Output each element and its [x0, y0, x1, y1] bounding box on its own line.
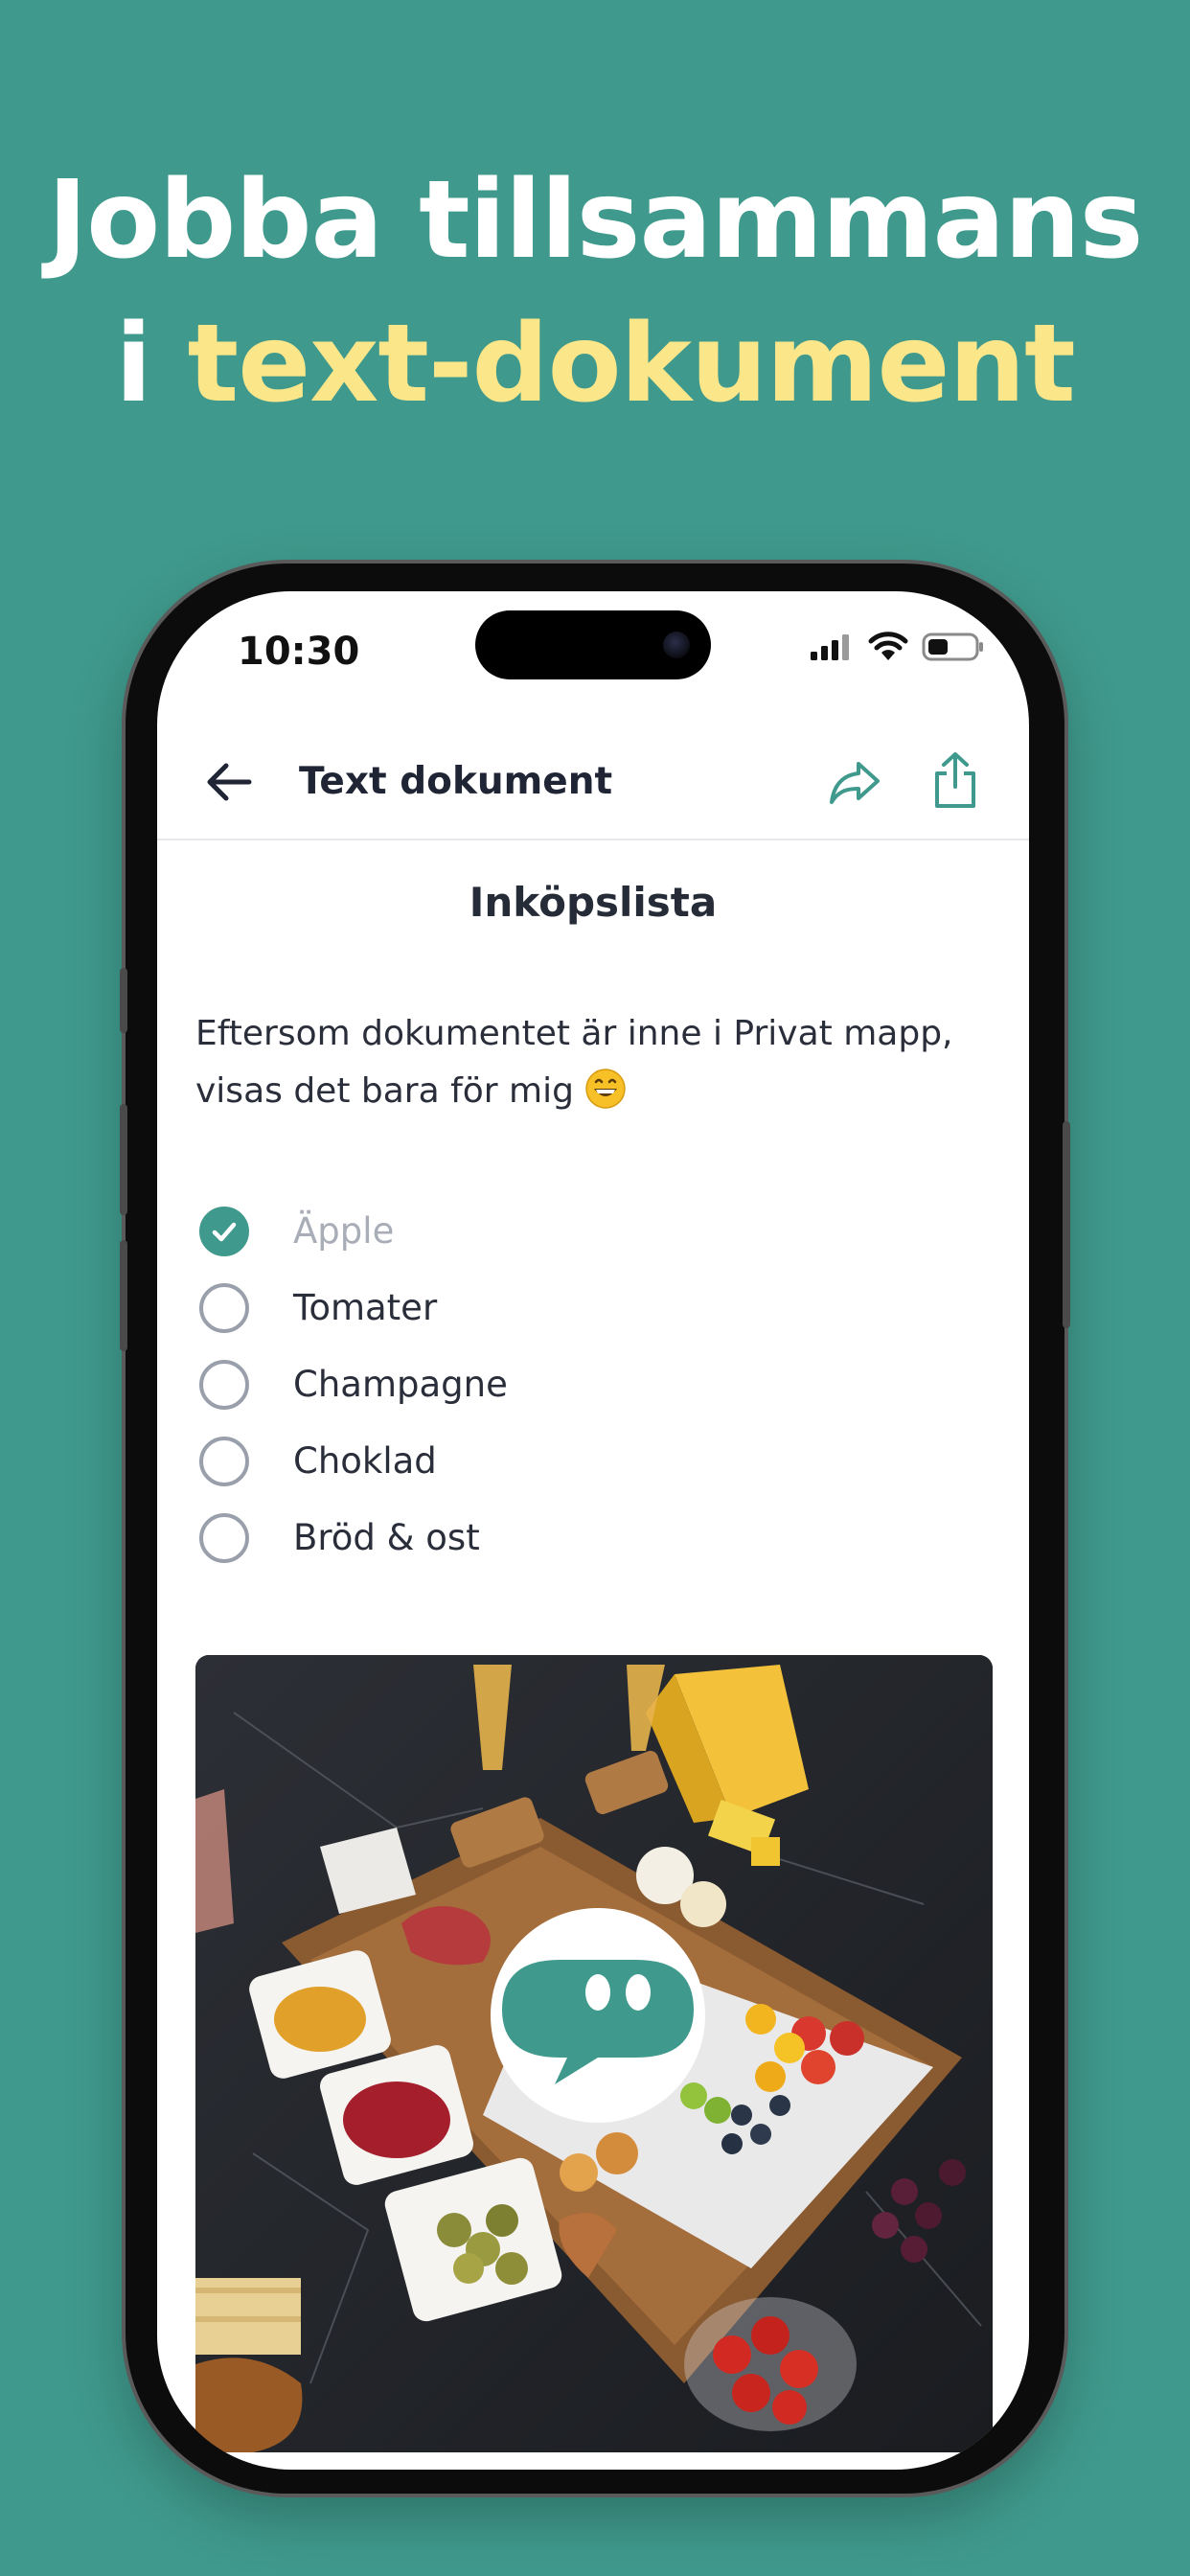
checkbox-unchecked[interactable] — [199, 1513, 249, 1563]
checklist-item[interactable]: Tomater — [195, 1274, 1000, 1350]
headline-line-2: i text-dokument — [0, 292, 1190, 436]
charcuterie-board-photo[interactable] — [195, 1655, 993, 2452]
share-button[interactable] — [931, 750, 979, 810]
checklist-item-label: Bröd & ost — [293, 1517, 480, 1558]
dynamic-island — [475, 610, 711, 679]
document-paragraph-text: Eftersom dokumentet är inne i Privat map… — [195, 1014, 953, 1111]
checklist-item-label: Choklad — [293, 1440, 437, 1482]
checklist-item-label: Äpple — [293, 1210, 395, 1252]
forward-button[interactable] — [828, 756, 881, 808]
checklist: Äpple Tomater Champagne Choklad Bröd & o… — [195, 1197, 1000, 1580]
volume-up-button — [120, 1104, 127, 1215]
share-icon — [935, 752, 975, 808]
arrow-left-icon — [207, 763, 252, 801]
document-title: Inköpslista — [469, 879, 718, 926]
headline-line-1: Jobba tillsammans — [47, 158, 1144, 283]
checklist-item-label: Tomater — [293, 1287, 438, 1328]
checklist-item[interactable]: Champagne — [195, 1350, 1000, 1427]
headline-accent: text-dokument — [187, 302, 1076, 426]
checklist-item-label: Champagne — [293, 1364, 508, 1405]
checkbox-checked[interactable] — [199, 1207, 249, 1256]
checkbox-unchecked[interactable] — [199, 1360, 249, 1410]
power-button — [1063, 1121, 1070, 1328]
status-icons — [809, 628, 985, 666]
forward-arrow-icon — [830, 762, 880, 804]
battery-icon — [922, 632, 983, 661]
charcuterie-illustration — [195, 1655, 993, 2452]
cellular-signal-icon — [811, 634, 849, 660]
checkbox-unchecked[interactable] — [199, 1283, 249, 1333]
checkmark-icon — [212, 1222, 237, 1242]
app-bar-title: Text dokument — [299, 760, 613, 803]
volume-down-button — [120, 1240, 127, 1351]
app-store-screenshot: Jobba tillsammans i text-dokument 10:30 — [0, 0, 1190, 2576]
checkbox-unchecked[interactable] — [199, 1437, 249, 1486]
document-paragraph[interactable]: Eftersom dokumentet är inne i Privat map… — [195, 1005, 1000, 1120]
wifi-icon — [868, 632, 908, 660]
checklist-item[interactable]: Bröd & ost — [195, 1504, 1000, 1580]
mute-switch — [120, 968, 127, 1033]
checklist-item[interactable]: Äpple — [195, 1197, 1000, 1274]
headline-prefix: i — [115, 302, 188, 426]
camera-icon — [663, 632, 690, 658]
checklist-item[interactable]: Choklad — [195, 1427, 1000, 1504]
back-button[interactable] — [205, 760, 253, 804]
headline: Jobba tillsammans i text-dokument — [0, 149, 1190, 436]
grinning-face-icon — [585, 1069, 627, 1109]
phone-screen: 10:30 Text dokument Inköpslista Eftersom… — [157, 591, 1029, 2470]
status-time: 10:30 — [238, 630, 360, 674]
app-bar: Text dokument — [157, 725, 1029, 840]
